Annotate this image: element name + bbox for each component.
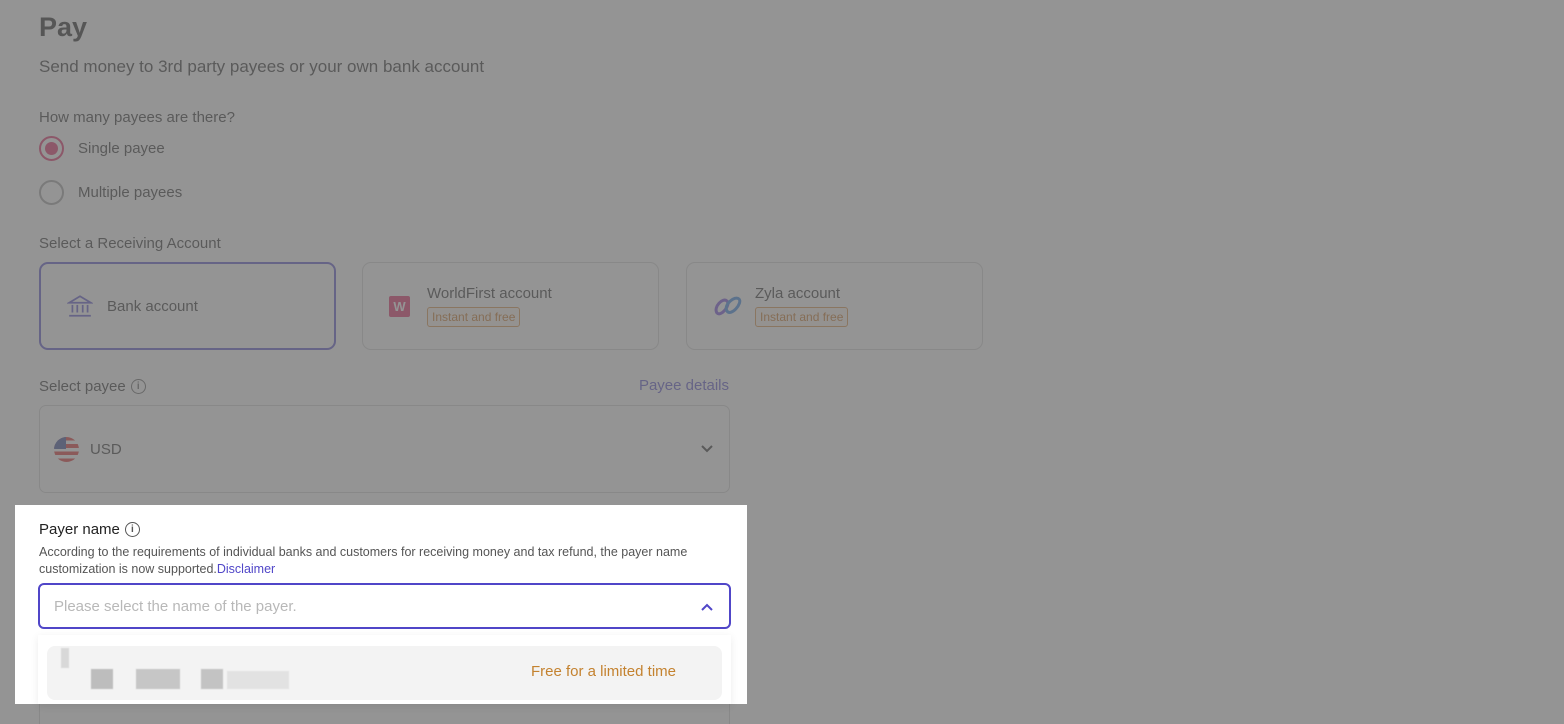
payer-name-select[interactable] (38, 583, 731, 629)
zyla-account-label: Zyla account (755, 285, 841, 302)
instant-free-badge: Instant and free (755, 307, 849, 327)
chevron-down-icon (701, 445, 713, 453)
redacted-text (227, 671, 289, 689)
disclaimer-link[interactable]: Disclaimer (217, 562, 275, 576)
bank-account-card[interactable]: Bank account (39, 262, 336, 350)
payee-select[interactable]: USD (39, 405, 730, 493)
redacted-text (136, 669, 180, 689)
chevron-up-icon[interactable] (699, 599, 715, 615)
radio-single-payee[interactable]: Single payee (39, 136, 165, 161)
payer-name-input[interactable] (54, 597, 654, 615)
radio-label: Multiple payees (78, 184, 183, 201)
payee-details-link[interactable]: Payee details (639, 377, 729, 394)
info-icon[interactable]: i (130, 379, 146, 394)
zyla-account-card[interactable]: Zyla account Instant and free (686, 262, 983, 350)
radio-multiple-payees[interactable]: Multiple payees (39, 180, 182, 205)
payer-name-label: Payer name i (39, 521, 140, 538)
receiving-account-label: Select a Receiving Account (39, 235, 221, 252)
radio-button-checked[interactable] (39, 136, 64, 161)
radio-button[interactable] (39, 180, 64, 205)
payer-name-description: According to the requirements of individ… (39, 544, 719, 578)
payer-dropdown: Free for a limited time (38, 635, 731, 704)
redacted-text (91, 669, 113, 689)
page-subtitle: Send money to 3rd party payees or your o… (39, 57, 485, 76)
free-limited-time-tag: Free for a limited time (530, 663, 676, 680)
worldfirst-account-label: WorldFirst account (427, 285, 552, 302)
zyla-logo-icon (714, 296, 742, 316)
next-field-edge (39, 704, 730, 724)
bank-account-label: Bank account (107, 297, 198, 315)
dropdown-option[interactable]: Free for a limited time (47, 646, 722, 700)
worldfirst-account-card[interactable]: W WorldFirst account Instant and free (362, 262, 659, 350)
instant-free-badge: Instant and free (427, 307, 521, 327)
info-icon[interactable]: i (124, 522, 140, 537)
payer-name-section: Payer name i According to the requiremen… (15, 505, 747, 704)
redacted-text (61, 648, 69, 668)
redacted-text (201, 669, 223, 689)
payees-question-label: How many payees are there? (39, 109, 235, 126)
page-title: Pay (39, 12, 88, 42)
bank-icon (67, 295, 93, 317)
selected-currency: USD (90, 440, 122, 458)
us-flag-icon (54, 436, 79, 462)
select-payee-label: Select payee i (39, 378, 146, 395)
select-payee-text: Select payee (39, 378, 126, 395)
worldfirst-logo-icon: W (389, 295, 410, 317)
radio-label: Single payee (78, 140, 165, 157)
payer-name-text: Payer name (39, 521, 120, 538)
payer-description-text: According to the requirements of individ… (39, 545, 688, 576)
